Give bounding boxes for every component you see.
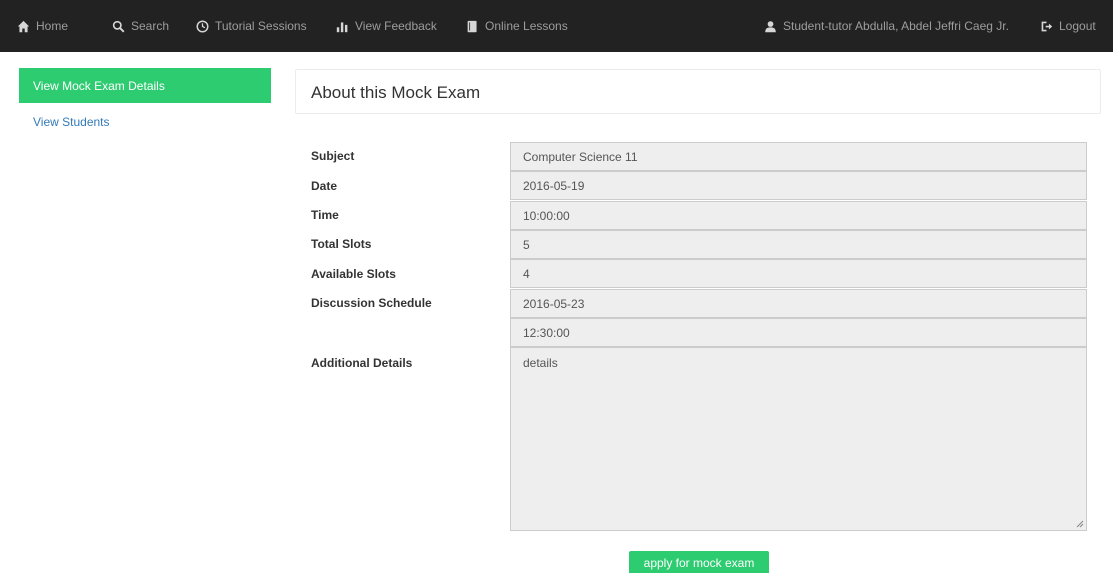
sidebar-item-mock-exam-details[interactable]: View Mock Exam Details	[19, 68, 271, 103]
nav-search[interactable]: Search	[112, 0, 169, 52]
discussion-time-field[interactable]: 12:30:00	[510, 318, 1087, 347]
nav-user-profile[interactable]: Student-tutor Abdulla, Abdel Jeffri Caeg…	[764, 0, 1009, 52]
apply-mock-exam-button[interactable]: apply for mock exam	[629, 551, 769, 573]
book-icon	[467, 20, 477, 32]
time-label: Time	[311, 208, 339, 222]
panel-header: About this Mock Exam	[295, 69, 1101, 114]
sidebar-item-view-students[interactable]: View Students	[33, 115, 110, 129]
nav-online-lessons[interactable]: Online Lessons	[466, 0, 568, 52]
discussion-date-field[interactable]: 2016-05-23	[510, 289, 1087, 318]
top-navbar: Home Search Tutorial Sessions View Feedb…	[0, 0, 1113, 52]
nav-logout[interactable]: Logout	[1040, 0, 1096, 52]
total-slots-label: Total Slots	[311, 237, 372, 251]
time-field[interactable]: 10:00:00	[510, 201, 1087, 230]
nav-view-feedback[interactable]: View Feedback	[336, 0, 437, 52]
subject-field[interactable]: Computer Science 11	[510, 142, 1087, 171]
additional-details-textarea[interactable]: details	[510, 347, 1087, 531]
bar-chart-icon	[336, 21, 348, 32]
date-field[interactable]: 2016-05-19	[510, 171, 1087, 200]
total-slots-field[interactable]: 5	[510, 230, 1087, 259]
available-slots-field[interactable]: 4	[510, 259, 1087, 288]
user-icon	[765, 20, 776, 32]
logout-icon	[1041, 21, 1053, 31]
date-label: Date	[311, 179, 338, 193]
discussion-schedule-label: Discussion Schedule	[311, 296, 432, 310]
page-title: About this Mock Exam	[311, 83, 481, 102]
home-icon	[17, 20, 30, 32]
nav-home[interactable]: Home	[17, 0, 68, 52]
nav-tutorial-sessions[interactable]: Tutorial Sessions	[196, 0, 307, 52]
clock-icon	[196, 19, 209, 33]
additional-details-label: Additional Details	[311, 356, 413, 370]
resize-handle-icon[interactable]	[1076, 520, 1084, 528]
search-icon	[112, 20, 125, 32]
subject-label: Subject	[311, 149, 355, 163]
available-slots-label: Available Slots	[311, 267, 396, 281]
